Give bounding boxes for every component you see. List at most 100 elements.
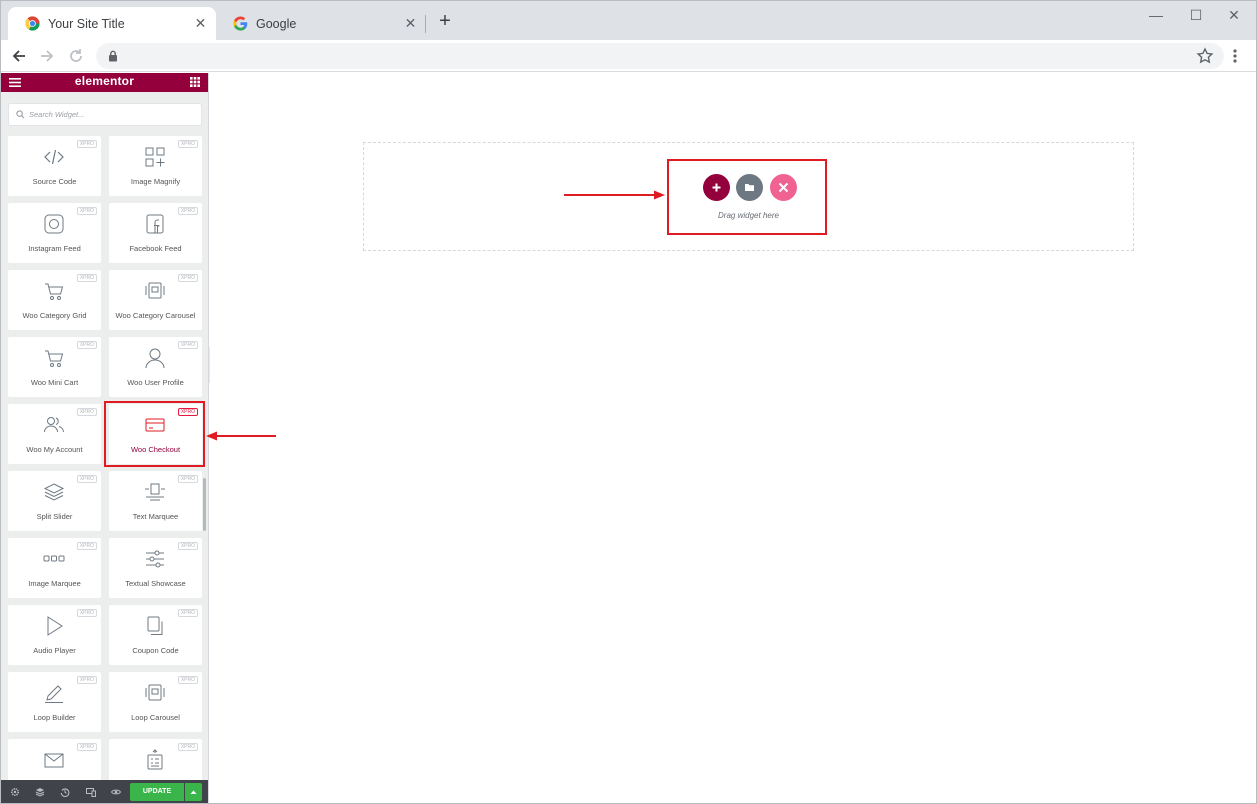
pro-badge: XPRO — [177, 609, 198, 617]
reload-icon[interactable] — [67, 47, 85, 65]
grid-plus-icon — [145, 147, 165, 167]
maximize-icon[interactable]: ☐ — [1185, 6, 1207, 24]
google-g-icon — [233, 16, 248, 31]
carousel-icon — [145, 282, 165, 299]
widget-facebook-feed[interactable]: XPRO Facebook Feed — [109, 203, 202, 263]
widget-textual-showcase[interactable]: XPRO Textual Showcase — [109, 538, 202, 598]
highlight-box-dropzone — [667, 159, 827, 235]
address-bar — [0, 40, 1257, 72]
widget-label: Facebook Feed — [129, 244, 182, 253]
chrome-icon — [25, 16, 40, 31]
widget-label: Image Marquee — [28, 579, 81, 588]
carousel-icon — [145, 684, 165, 701]
close-window-icon[interactable]: ✕ — [1223, 6, 1245, 24]
new-tab-button[interactable]: + — [436, 11, 454, 31]
widget-label: Woo Category Carousel — [115, 311, 196, 320]
tab-close-icon[interactable]: ✕ — [193, 16, 208, 31]
settings-gear-icon[interactable] — [10, 787, 20, 797]
annotation-arrow-left-icon — [206, 431, 276, 441]
pro-badge: XPRO — [177, 140, 198, 148]
highlight-box-woo-checkout — [104, 401, 205, 467]
form-icon — [147, 749, 163, 770]
lock-icon — [109, 50, 117, 62]
user-icon — [145, 348, 165, 369]
widget-loop-carousel[interactable]: XPRO Loop Carousel — [109, 672, 202, 732]
widget-audio-player[interactable]: XPRO Audio Player — [8, 605, 101, 665]
widget-label: Woo Category Grid — [22, 311, 87, 320]
pro-badge: XPRO — [177, 542, 198, 550]
tab-google[interactable]: Google ✕ — [216, 7, 426, 40]
pro-badge: XPRO — [76, 542, 97, 550]
image-marquee-icon — [43, 555, 65, 562]
widget-label: Woo Mini Cart — [30, 378, 79, 387]
minimize-icon[interactable]: — — [1145, 6, 1167, 24]
play-icon — [47, 616, 63, 636]
widget-woo-mini-cart[interactable]: XPRO Woo Mini Cart — [8, 337, 101, 397]
tab-title: Your Site Title — [48, 16, 125, 31]
widget-label: Text Marquee — [132, 512, 179, 521]
panel-scrollbar[interactable] — [203, 478, 206, 531]
widget-image-magnify[interactable]: XPRO Image Magnify — [109, 136, 202, 196]
pro-badge: XPRO — [177, 743, 198, 751]
preview-eye-icon[interactable] — [111, 787, 121, 797]
responsive-mode-icon[interactable] — [86, 787, 96, 797]
pro-badge: XPRO — [76, 408, 97, 416]
widget-coupon-code[interactable]: XPRO Coupon Code — [109, 605, 202, 665]
history-icon[interactable] — [60, 787, 70, 797]
facebook-icon — [146, 214, 164, 234]
pro-badge: XPRO — [76, 274, 97, 282]
widget-label: Woo My Account — [26, 445, 83, 454]
pro-badge: XPRO — [76, 743, 97, 751]
widget-loop-builder[interactable]: XPRO Loop Builder — [8, 672, 101, 732]
instagram-icon — [44, 214, 64, 234]
widget-label: Image Magnify — [130, 177, 181, 186]
users-icon — [44, 417, 64, 433]
cart-icon — [45, 350, 64, 367]
widget-label: Loop Builder — [33, 713, 76, 722]
widget-label: Woo User Profile — [127, 378, 184, 387]
browser-menu-icon[interactable] — [1230, 47, 1240, 65]
widget-label: Instagram Feed — [28, 244, 81, 253]
update-button[interactable]: UPDATE — [130, 783, 184, 801]
pro-badge: XPRO — [76, 207, 97, 215]
widget-text-marquee[interactable]: XPRO Text Marquee — [109, 471, 202, 531]
navigator-layers-icon[interactable] — [35, 787, 45, 797]
search-widget-input[interactable]: Search Widget... — [8, 103, 202, 126]
widget-label: Loop Carousel — [131, 713, 180, 722]
bookmark-star-icon[interactable] — [1196, 47, 1214, 65]
annotation-arrow-right-icon — [564, 190, 665, 200]
update-options-caret-icon[interactable] — [185, 783, 202, 801]
marquee-icon — [145, 483, 165, 501]
search-placeholder: Search Widget... — [29, 110, 85, 119]
browser-tab-bar: Your Site Title ✕ Google ✕ + — ☐ ✕ — [0, 0, 1257, 40]
panel-footer: UPDATE — [0, 780, 208, 804]
pro-badge: XPRO — [76, 609, 97, 617]
copy-icon — [147, 616, 163, 635]
widget-split-slider[interactable]: XPRO Split Slider — [8, 471, 101, 531]
widget-label: Split Slider — [36, 512, 73, 521]
widget-woo-category-grid[interactable]: XPRO Woo Category Grid — [8, 270, 101, 330]
widget-source-code[interactable]: XPRO Source Code — [8, 136, 101, 196]
pro-badge: XPRO — [76, 475, 97, 483]
cart-icon — [45, 283, 64, 300]
panel-header: elementor — [0, 73, 208, 92]
widget-label: Audio Player — [33, 646, 76, 655]
pro-badge: XPRO — [177, 341, 198, 349]
back-icon[interactable] — [10, 47, 28, 65]
mail-icon — [44, 753, 64, 768]
widget-image-marquee[interactable]: XPRO Image Marquee — [8, 538, 101, 598]
widget-woo-category-carousel[interactable]: XPRO Woo Category Carousel — [109, 270, 202, 330]
widget-instagram-feed[interactable]: XPRO Instagram Feed — [8, 203, 101, 263]
pro-badge: XPRO — [177, 274, 198, 282]
tab-your-site-title[interactable]: Your Site Title ✕ — [8, 7, 216, 40]
tab-close-icon[interactable]: ✕ — [403, 16, 418, 31]
widget-woo-my-account[interactable]: XPRO Woo My Account — [8, 404, 101, 464]
search-icon — [16, 110, 25, 119]
widgets-grid-icon[interactable] — [190, 77, 200, 87]
url-field[interactable] — [96, 43, 1224, 69]
forward-icon[interactable] — [38, 47, 56, 65]
pro-badge: XPRO — [177, 475, 198, 483]
pro-badge: XPRO — [177, 207, 198, 215]
widget-woo-user-profile[interactable]: XPRO Woo User Profile — [109, 337, 202, 397]
tab-separator — [425, 15, 426, 33]
